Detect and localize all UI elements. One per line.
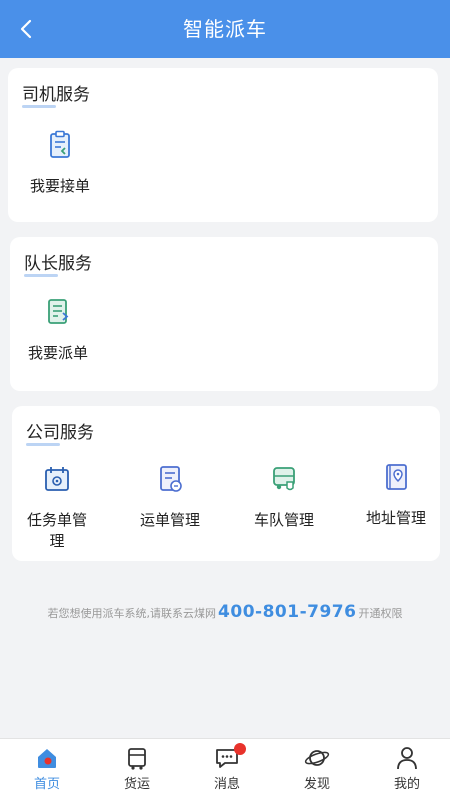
accept-order-label: 我要接单	[29, 177, 90, 195]
tab-discover-label: 发现	[303, 777, 330, 792]
waybill-icon	[160, 466, 182, 492]
contact-phone-number[interactable]: 400-801-7976	[218, 602, 356, 622]
profile-icon	[397, 747, 417, 770]
address-location-icon	[386, 464, 407, 490]
contact-hint-suffix: 开通权限	[358, 607, 403, 620]
contact-hint: 若您想使用派车系统,请联系云煤网 400-801-7976 开通权限	[0, 602, 450, 622]
address-management-button[interactable]: 地址管理	[350, 460, 442, 529]
company-service-title: 公司服务	[26, 418, 94, 446]
fleet-management-button[interactable]: 车队管理	[238, 462, 330, 531]
freight-icon	[128, 748, 146, 770]
address-management-label: 地址管理	[365, 509, 426, 527]
tab-home[interactable]: 首页	[2, 739, 92, 800]
task-order-management-label: 任务单管理	[26, 511, 87, 550]
driver-service-title: 司机服务	[22, 80, 90, 108]
bottom-tab-bar: 首页 货运 消息 发现 我的	[0, 738, 450, 800]
driver-service-card: 司机服务 我要接单	[8, 68, 438, 222]
fleet-truck-icon	[273, 467, 295, 491]
task-order-management-button[interactable]: 任务单管理	[12, 462, 102, 552]
tab-messages-label: 消息	[213, 777, 240, 792]
accept-order-button[interactable]: 我要接单	[14, 128, 106, 197]
company-service-card: 公司服务 任务单管理 运单管理 车队管理 地址管理	[12, 406, 440, 561]
waybill-management-label: 运单管理	[139, 511, 200, 529]
tab-discover[interactable]: 发现	[272, 739, 362, 800]
dispatch-order-button[interactable]: 我要派单	[12, 295, 104, 364]
dispatch-order-label: 我要派单	[27, 344, 88, 362]
tab-home-label: 首页	[33, 777, 60, 792]
discover-planet-icon	[304, 750, 330, 766]
task-calendar-icon	[45, 467, 69, 491]
captain-service-title: 队长服务	[24, 249, 92, 277]
tab-messages[interactable]: 消息	[182, 739, 272, 800]
app-header: 智能派车	[0, 0, 450, 58]
accept-order-icon	[50, 130, 70, 158]
tab-profile-label: 我的	[393, 777, 420, 792]
home-icon	[38, 749, 56, 768]
dispatch-order-icon	[48, 299, 69, 324]
waybill-management-button[interactable]: 运单管理	[124, 462, 216, 531]
tab-profile[interactable]: 我的	[362, 739, 450, 800]
contact-hint-prefix: 若您想使用派车系统,请联系云煤网	[47, 607, 217, 620]
page-title: 智能派车	[183, 17, 267, 41]
tab-freight[interactable]: 货运	[92, 739, 182, 800]
captain-service-card: 队长服务 我要派单	[10, 237, 438, 391]
message-badge	[234, 743, 246, 755]
tab-freight-label: 货运	[123, 777, 150, 792]
fleet-management-label: 车队管理	[253, 511, 314, 529]
